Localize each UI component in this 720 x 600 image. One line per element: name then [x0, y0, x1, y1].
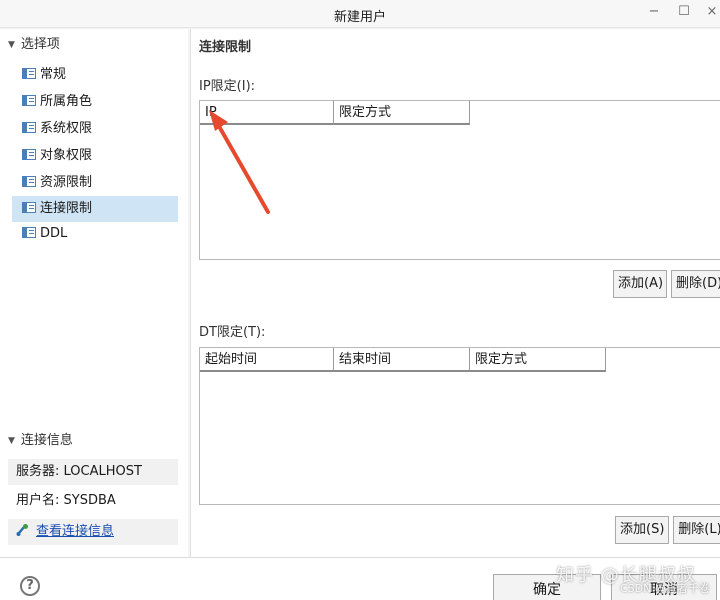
new-user-dialog: 新建用户 − ☐ × ▼ 选择项 常规 所属角色 系统权限 对象权限 资源限制 连… — [0, 0, 720, 600]
ip-mode-column-header[interactable]: 限定方式 — [334, 101, 470, 125]
dt-table-header: 起始时间 结束时间 限定方式 — [200, 348, 606, 372]
help-icon[interactable]: ? — [20, 576, 40, 596]
sidebar-item-label: 所属角色 — [40, 94, 93, 109]
form-icon — [22, 227, 36, 238]
start-time-column-header[interactable]: 起始时间 — [200, 348, 334, 372]
dt-limit-table[interactable]: 起始时间 结束时间 限定方式 — [199, 347, 720, 505]
sidebar-item-label: 连接限制 — [40, 201, 93, 216]
user-info: 用户名: SYSDBA — [8, 488, 178, 514]
minimize-button[interactable]: − — [642, 3, 666, 23]
form-icon — [22, 68, 36, 79]
close-button[interactable]: × — [700, 3, 720, 23]
collapse-caret-icon: ▼ — [8, 436, 15, 446]
ip-limit-label: IP限定(I): — [199, 79, 256, 94]
sidebar-item-roles[interactable]: 所属角色 — [12, 89, 178, 115]
connection-icon — [16, 524, 28, 536]
sidebar-item-ddl[interactable]: DDL — [12, 221, 178, 247]
sidebar-item-label: 资源限制 — [40, 175, 93, 190]
dt-mode-column-header[interactable]: 限定方式 — [470, 348, 606, 372]
ip-limit-table[interactable]: IP 限定方式 — [199, 100, 720, 260]
left-pane: ▼ 选择项 常规 所属角色 系统权限 对象权限 资源限制 连接限制 DDL ▼ 连接… — [0, 29, 188, 557]
ip-table-header: IP 限定方式 — [200, 101, 470, 125]
form-icon — [22, 202, 36, 213]
dt-delete-button[interactable]: 删除(L) — [673, 516, 720, 544]
form-icon — [22, 176, 36, 187]
form-icon — [22, 122, 36, 133]
ok-button[interactable]: 确定 — [493, 574, 601, 600]
server-info: 服务器: LOCALHOST — [8, 459, 178, 485]
maximize-button[interactable]: ☐ — [672, 3, 696, 23]
sidebar-item-label: DDL — [40, 226, 68, 241]
view-connection-link[interactable]: 查看连接信息 — [36, 524, 114, 539]
sidebar-item-label: 系统权限 — [40, 121, 93, 136]
sidebar-item-resource-limits[interactable]: 资源限制 — [12, 170, 178, 196]
sidebar-item-label: 常规 — [40, 67, 67, 82]
collapse-caret-icon: ▼ — [8, 40, 15, 50]
form-icon — [22, 95, 36, 106]
dt-limit-label: DT限定(T): — [199, 325, 266, 340]
sidebar-item-system-privileges[interactable]: 系统权限 — [12, 116, 178, 142]
cancel-button[interactable]: 取消 — [611, 574, 717, 600]
form-icon — [22, 149, 36, 160]
sidebar-item-connection-limits[interactable]: 连接限制 — [12, 196, 178, 222]
sidebar-item-general[interactable]: 常规 — [12, 62, 178, 88]
end-time-column-header[interactable]: 结束时间 — [334, 348, 470, 372]
window-title: 新建用户 — [333, 10, 386, 25]
title-bar: 新建用户 − ☐ × — [0, 0, 720, 28]
sidebar-item-label: 对象权限 — [40, 148, 93, 163]
connection-section-header[interactable]: ▼ 连接信息 — [8, 430, 73, 452]
ip-column-header[interactable]: IP — [200, 101, 334, 125]
dt-add-button[interactable]: 添加(S) — [615, 516, 669, 544]
options-section-header[interactable]: ▼ 选择项 — [8, 34, 60, 56]
view-connection-row[interactable]: 查看连接信息 — [8, 519, 178, 545]
connection-section-label: 连接信息 — [20, 433, 73, 448]
main-pane: 连接限制 IP限定(I): IP 限定方式 添加(A) 删除(D) DT限定(T… — [190, 29, 720, 557]
options-section-label: 选择项 — [20, 37, 60, 52]
page-title: 连接限制 — [199, 40, 252, 55]
dialog-footer: ? 确定 取消 — [0, 557, 720, 600]
ip-delete-button[interactable]: 删除(D) — [671, 270, 720, 298]
ip-add-button[interactable]: 添加(A) — [613, 270, 667, 298]
sidebar-item-object-privileges[interactable]: 对象权限 — [12, 143, 178, 169]
